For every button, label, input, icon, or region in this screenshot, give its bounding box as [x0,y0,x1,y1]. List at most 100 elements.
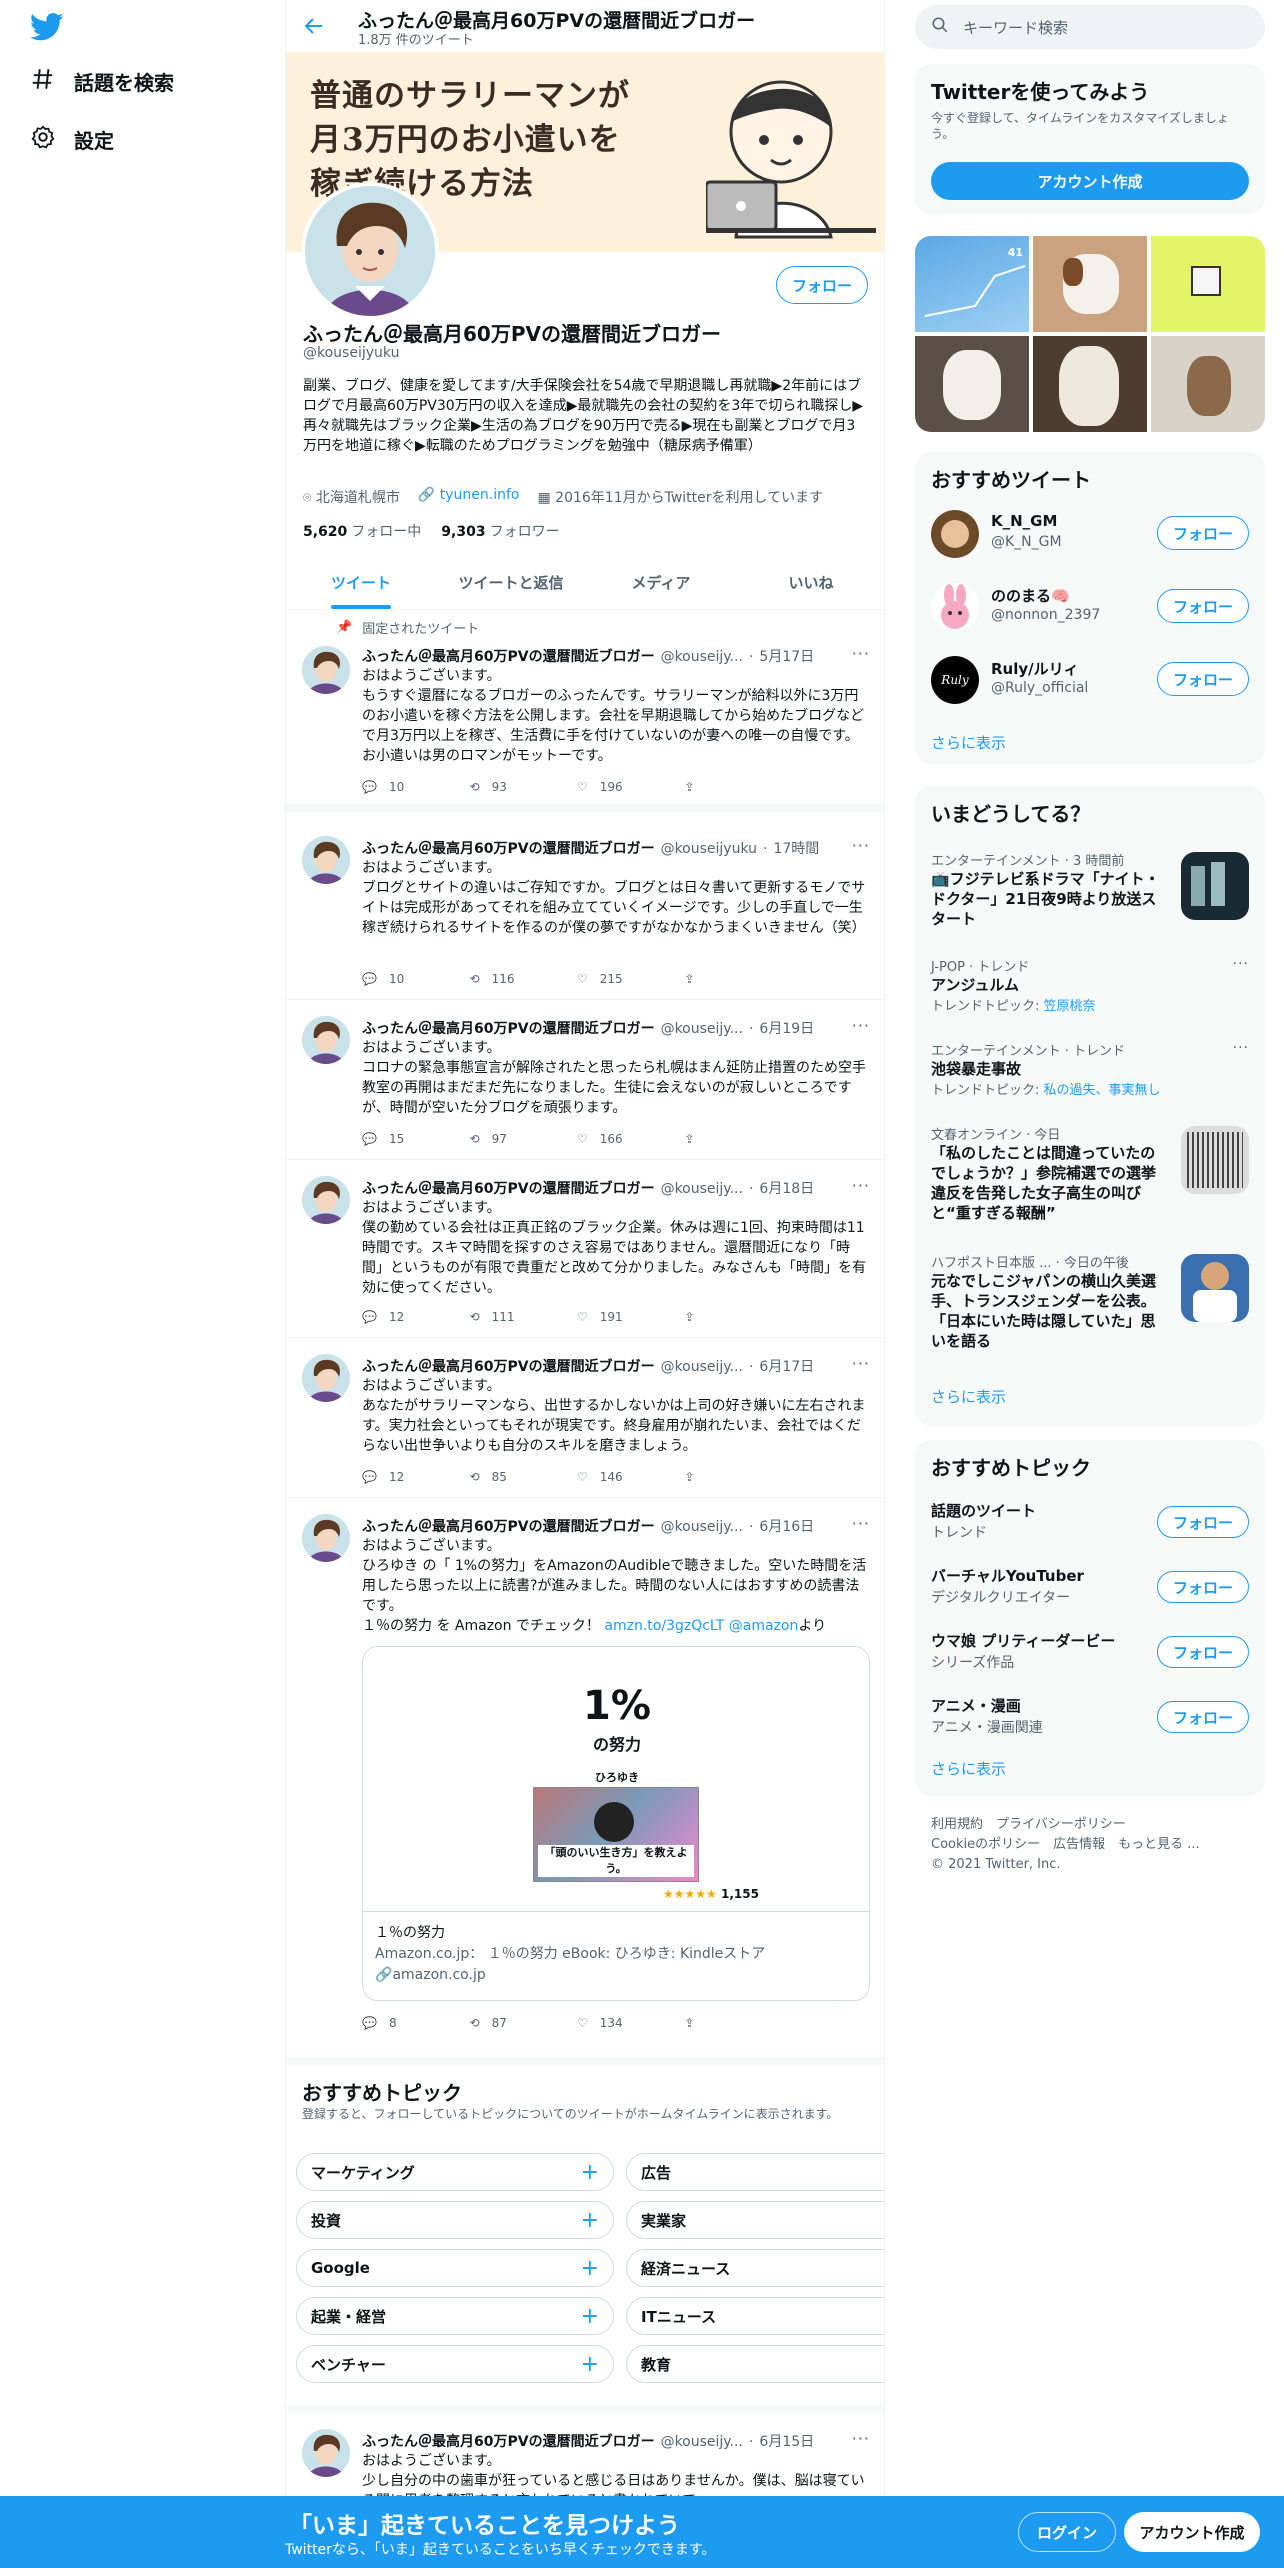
tweet-avatar[interactable] [302,1514,350,1562]
topic-row[interactable]: 話題のツイート トレンド フォロー [931,1496,1249,1546]
more-icon[interactable]: ··· [852,2429,870,2448]
like-button[interactable]: ♡ 215 [577,972,685,986]
media-thumb[interactable]: 41 [915,236,1029,332]
tweet-item[interactable]: ふったん＠最高月60万PVの還暦間近ブロガー @kouseijyuku · 17時間 … [286,820,884,1000]
more-icon[interactable]: ··· [852,836,870,855]
media-thumb[interactable] [915,336,1029,432]
back-arrow-icon[interactable] [302,14,326,42]
login-button[interactable]: ログイン [1018,2512,1116,2552]
search-input[interactable]: キーワード検索 [915,5,1265,49]
more-icon[interactable]: ··· [852,1354,870,1373]
show-more-link[interactable]: さらに表示 [931,1758,1006,1779]
footer-links[interactable]: 利用規約 プライバシーポリシー Cookieのポリシー 広告情報 もっと見る .… [931,1815,1251,1875]
media-thumb[interactable] [1151,236,1265,332]
topic-chip[interactable]: マーケティング + [296,2153,614,2191]
tweet-avatar[interactable] [302,646,350,694]
tweet-item[interactable]: 📌 固定されたツイート ふったん＠最高月60万PVの還暦間近ブロガー @kousei… [286,610,884,812]
retweet-button[interactable]: ⟲ 85 [470,1470,578,1484]
follow-button[interactable]: フォロー [1157,1571,1249,1603]
topic-chip[interactable]: Google + [296,2249,614,2287]
topic-chip[interactable]: ベンチャー + [296,2345,614,2383]
share-button[interactable]: ⇪ [685,2016,793,2030]
trend-item[interactable]: エンターテインメント · 3 時間前 📺フジテレビ系ドラマ「ナイト・ドクター」2… [931,850,1249,940]
share-button[interactable]: ⇪ [685,1470,793,1484]
topic-chip[interactable]: ITニュース [626,2297,884,2335]
reply-button[interactable]: 💬 12 [362,1310,470,1324]
show-more-link[interactable]: さらに表示 [931,1386,1006,1407]
topic-row[interactable]: ウマ娘 プリティーダービー シリーズ作品 フォロー [931,1626,1249,1676]
signup-button[interactable]: アカウント作成 [1124,2512,1260,2552]
tweet-item[interactable]: ふったん＠最高月60万PVの還暦間近ブロガー @kouseijy... · 6月18日… [286,1160,884,1338]
like-button[interactable]: ♡ 166 [577,1132,685,1146]
tweet-link[interactable]: amzn.to/3gzQcLT @amazon [604,1618,798,1634]
tweet-item[interactable]: ふったん＠最高月60万PVの還暦間近ブロガー @kouseijy... · 6月19日… [286,1000,884,1160]
reply-button[interactable]: 💬 15 [362,1132,470,1146]
tab-tweets[interactable]: ツイート [286,556,436,609]
tab-likes[interactable]: いいね [736,556,884,609]
topic-row[interactable]: バーチャルYouTuber デジタルクリエイター フォロー [931,1561,1249,1611]
topic-chip[interactable]: 起業・経営 + [296,2297,614,2335]
like-button[interactable]: ♡ 196 [577,780,685,794]
reply-button[interactable]: 💬 10 [362,780,470,794]
retweet-button[interactable]: ⟲ 93 [470,780,578,794]
profile-follow-button[interactable]: フォロー [776,266,868,304]
recommended-user[interactable]: ののまる🧠 @nonnon_2397 フォロー [931,577,1249,637]
follow-button[interactable]: フォロー [1157,1506,1249,1538]
tweet-item[interactable]: ふったん＠最高月60万PVの還暦間近ブロガー @kouseijy... · 6月16日… [286,1498,884,2057]
topic-row[interactable]: アニメ・漫画 アニメ・漫画関連 フォロー [931,1691,1249,1741]
follow-button[interactable]: フォロー [1157,662,1249,696]
media-thumb[interactable] [1151,336,1265,432]
create-account-button[interactable]: アカウント作成 [931,162,1249,200]
like-button[interactable]: ♡ 134 [577,2016,685,2030]
follow-button[interactable]: フォロー [1157,589,1249,623]
retweet-button[interactable]: ⟲ 97 [470,1132,578,1146]
more-icon[interactable]: ··· [852,1514,870,1533]
follow-button[interactable]: フォロー [1157,516,1249,550]
following-link[interactable]: 5,620 フォロー中 [303,521,421,541]
topic-chip[interactable]: 投資 + [296,2201,614,2239]
tweet-avatar[interactable] [302,1354,350,1402]
trend-item[interactable]: J-POP · トレンド アンジュルム トレンドトピック: 笠原桃奈 ··· [931,956,1249,1016]
recommended-user[interactable]: Ruly Ruly/ルリィ @Ruly_official フォロー [931,650,1249,710]
topic-chip[interactable]: 経済ニュース [626,2249,884,2287]
more-icon[interactable]: ··· [1233,956,1249,972]
share-button[interactable]: ⇪ [685,1310,793,1324]
reply-button[interactable]: 💬 8 [362,2016,470,2030]
more-icon[interactable]: ··· [852,1176,870,1195]
tweet-avatar[interactable] [302,1176,350,1224]
tab-tweets-replies[interactable]: ツイートと返信 [436,556,586,609]
followers-link[interactable]: 9,303 フォロワー [441,521,559,541]
nav-explore[interactable]: 話題を検索 [30,66,174,97]
trend-item[interactable]: ハフポスト日本版 ... · 今日の午後 元なでしこジャパンの横山久美選手、トラ… [931,1252,1249,1362]
topic-chip[interactable]: 広告 [626,2153,884,2191]
link-card[interactable]: 1% の努力 ひろゆき 「頭のいい生き方」を教えよう。 ★★★★★ 1,155 … [362,1646,870,2001]
media-thumb[interactable] [1033,236,1147,332]
retweet-button[interactable]: ⟲ 111 [470,1310,578,1324]
like-button[interactable]: ♡ 146 [577,1470,685,1484]
trend-item[interactable]: エンターテインメント · トレンド 池袋暴走事故 トレンドトピック: 私の過失、… [931,1040,1249,1100]
media-grid[interactable]: 41 [915,236,1265,432]
tweet-avatar[interactable] [302,836,350,884]
profile-website[interactable]: 🔗 tyunen.info [418,487,520,507]
trend-item[interactable]: 文春オンライン · 今日 「私のしたことは間違っていたのでしょうか？」参院補選で… [931,1124,1249,1234]
profile-avatar[interactable] [301,182,439,320]
tweet-item[interactable]: ふったん＠最高月60万PVの還暦間近ブロガー @kouseijy... · 6月17日… [286,1338,884,1498]
share-button[interactable]: ⇪ [685,1132,793,1146]
recommended-user[interactable]: K_N_GM @K_N_GM フォロー [931,504,1249,564]
tweet-avatar[interactable] [302,1016,350,1064]
more-icon[interactable]: ··· [852,644,870,663]
share-button[interactable]: ⇪ [685,780,793,794]
retweet-button[interactable]: ⟲ 116 [470,972,578,986]
media-thumb[interactable] [1033,336,1147,432]
show-more-link[interactable]: さらに表示 [931,732,1006,753]
share-button[interactable]: ⇪ [685,972,793,986]
topic-chip[interactable]: 教育 [626,2345,884,2383]
reply-button[interactable]: 💬 10 [362,972,470,986]
twitter-logo-icon[interactable] [29,12,64,46]
follow-button[interactable]: フォロー [1157,1636,1249,1668]
topic-chip[interactable]: 実業家 [626,2201,884,2239]
more-icon[interactable]: ··· [852,1016,870,1035]
more-icon[interactable]: ··· [1233,1040,1249,1056]
reply-button[interactable]: 💬 12 [362,1470,470,1484]
follow-button[interactable]: フォロー [1157,1701,1249,1733]
